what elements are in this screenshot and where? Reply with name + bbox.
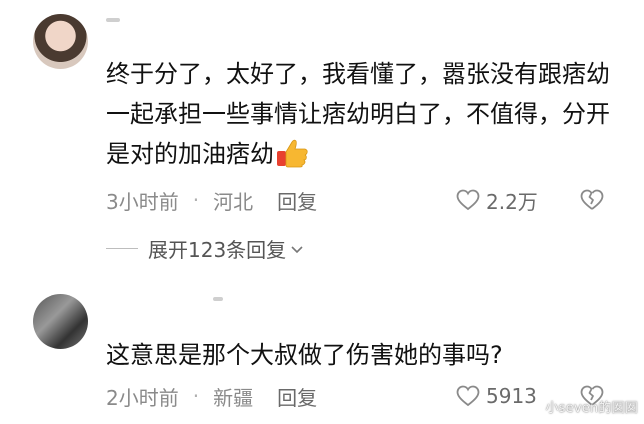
separator-dot: ·	[192, 384, 200, 408]
username-placeholder[interactable]	[106, 18, 120, 22]
timestamp: 2小时前	[106, 385, 179, 410]
comment-text-content: 终于分了，太好了，我看懂了，嚣张没有跟痞幼一起承担一些事情让痞幼明白了，不值得，…	[106, 60, 610, 168]
timestamp: 3小时前	[106, 189, 179, 214]
heart-icon	[456, 189, 480, 211]
comment-item: 终于分了，太好了，我看懂了，嚣张没有跟痞幼一起承担一些事情让痞幼明白了，不值得，…	[0, 0, 644, 290]
comment-text: 终于分了，太好了，我看懂了，嚣张没有跟痞幼一起承担一些事情让痞幼明白了，不值得，…	[106, 54, 616, 174]
heart-icon	[456, 385, 480, 407]
comment-text: 这意思是那个大叔做了伤害她的事吗?	[106, 341, 503, 369]
username-placeholder[interactable]	[213, 297, 223, 301]
like-button[interactable]: 2.2万	[456, 185, 538, 215]
location: 河北	[213, 189, 254, 214]
avatar[interactable]	[33, 14, 88, 69]
comment-meta: 2小时前 · 新疆 回复	[106, 381, 317, 411]
expand-divider-line	[106, 248, 138, 249]
avatar[interactable]	[33, 294, 88, 349]
like-count: 5913	[486, 384, 537, 408]
watermark: 小seven的囡囡	[545, 401, 638, 416]
chevron-down-icon	[291, 245, 303, 253]
reply-button[interactable]: 回复	[277, 382, 317, 411]
expand-replies-label: 展开123条回复	[148, 238, 287, 262]
reply-button[interactable]: 回复	[277, 186, 317, 215]
thumbs-up-icon	[276, 138, 310, 168]
location: 新疆	[213, 385, 254, 410]
comment-meta: 3小时前 · 河北 回复	[106, 185, 317, 215]
broken-heart-icon[interactable]	[580, 188, 604, 212]
expand-replies[interactable]: 展开123条回复	[106, 234, 304, 263]
like-button[interactable]: 5913	[456, 381, 537, 411]
like-count: 2.2万	[486, 189, 538, 214]
separator-dot: ·	[192, 188, 200, 212]
